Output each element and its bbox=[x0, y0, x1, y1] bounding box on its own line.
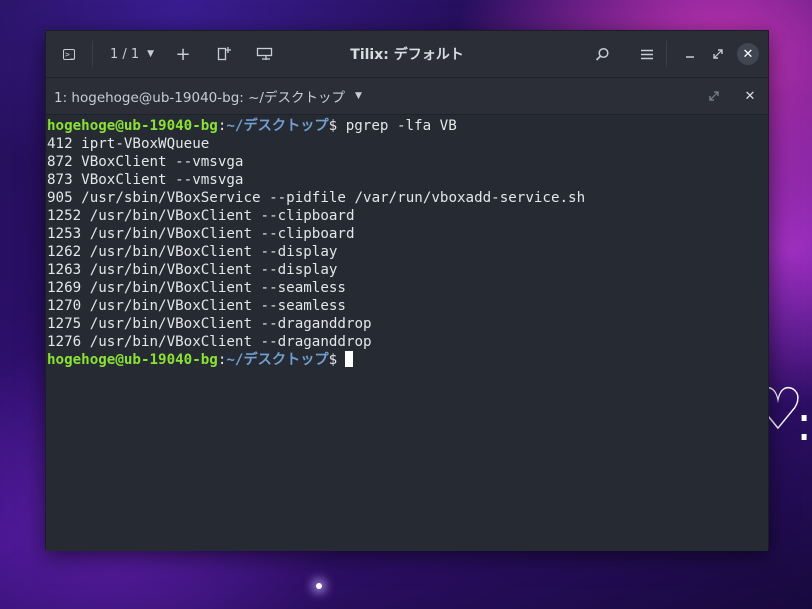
output-line: 872 VBoxClient --vmsvga bbox=[47, 154, 244, 170]
terminal-icon: >_ bbox=[63, 48, 75, 60]
terminal-title-dropdown[interactable]: 1: hogehoge@ub-19040-bg: ~/デスクトップ ▼ bbox=[54, 78, 362, 114]
add-side-icon bbox=[217, 47, 231, 61]
wallpaper-colon-glyph: : bbox=[796, 396, 812, 452]
output-line: 1252 /usr/bin/VBoxClient --clipboard bbox=[47, 208, 355, 224]
output-line: 1275 /usr/bin/VBoxClient --draganddrop bbox=[47, 316, 372, 332]
window-title: Tilix: デフォルト bbox=[350, 47, 464, 63]
hamburger-icon bbox=[641, 49, 653, 59]
chevron-down-icon: ▼ bbox=[147, 49, 155, 59]
command-line: hogehoge@ub-19040-bg:~/デスクトップ$ pgrep -lf… bbox=[46, 117, 768, 135]
terminal-close-button[interactable]: ✕ bbox=[740, 78, 760, 114]
terminal-maximize-button[interactable] bbox=[704, 78, 724, 114]
prompt-user-host: hogehoge@ub-19040-bg bbox=[47, 118, 218, 134]
command-text: pgrep -lfa VB bbox=[345, 118, 457, 134]
output-line: 1263 /usr/bin/VBoxClient --display bbox=[47, 262, 338, 278]
chevron-down-icon: ▼ bbox=[354, 91, 362, 101]
prompt-symbol: $ bbox=[328, 352, 338, 368]
window-headerbar: >_ 1 / 1 ▼ + Tilix: デフォルト ✕ bbox=[46, 31, 768, 78]
output-line: 1269 /usr/bin/VBoxClient --seamless bbox=[47, 280, 346, 296]
output-line: 1262 /usr/bin/VBoxClient --display bbox=[47, 244, 338, 260]
output-line: 1253 /usr/bin/VBoxClient --clipboard bbox=[47, 226, 355, 242]
output-line: 1276 /usr/bin/VBoxClient --draganddrop bbox=[47, 334, 372, 350]
wallpaper-sparkle bbox=[316, 583, 322, 589]
output-line: 873 VBoxClient --vmsvga bbox=[47, 172, 244, 188]
headerbar-separator bbox=[92, 41, 93, 67]
output-line: 905 /usr/sbin/VBoxService --pidfile /var… bbox=[47, 190, 586, 206]
prompt-symbol: $ bbox=[328, 118, 338, 134]
terminal-titlebar[interactable]: 1: hogehoge@ub-19040-bg: ~/デスクトップ ▼ ✕ bbox=[46, 78, 768, 115]
add-terminal-right-button[interactable] bbox=[212, 31, 236, 77]
terminal-output[interactable]: hogehoge@ub-19040-bg:~/デスクトップ$ pgrep -lf… bbox=[46, 115, 768, 551]
find-button[interactable] bbox=[589, 31, 615, 77]
minimize-button[interactable] bbox=[679, 31, 701, 77]
close-button[interactable]: ✕ bbox=[736, 31, 760, 77]
terminal-title: 1: hogehoge@ub-19040-bg: ~/デスクトップ bbox=[54, 90, 345, 106]
active-prompt-line: hogehoge@ub-19040-bg:~/デスクトップ$ bbox=[46, 351, 768, 369]
output-line: 412 iprt-VBoxWQueue bbox=[47, 136, 210, 152]
main-menu-button[interactable] bbox=[634, 31, 660, 77]
terminal-menu-button[interactable]: >_ bbox=[56, 31, 82, 77]
plus-icon: + bbox=[175, 43, 191, 65]
close-icon: ✕ bbox=[744, 88, 756, 104]
maximize-icon bbox=[709, 91, 719, 101]
output-line: 1270 /usr/bin/VBoxClient --seamless bbox=[47, 298, 346, 314]
text-cursor bbox=[345, 351, 354, 367]
add-session-button[interactable]: + bbox=[172, 31, 194, 77]
sync-input-icon bbox=[256, 47, 273, 60]
sync-input-button[interactable] bbox=[252, 31, 278, 77]
session-switcher[interactable]: 1 / 1 ▼ bbox=[106, 31, 158, 77]
minimize-icon bbox=[686, 56, 694, 58]
close-icon: ✕ bbox=[737, 43, 759, 65]
prompt-user-host: hogehoge@ub-19040-bg bbox=[47, 352, 218, 368]
maximize-button[interactable] bbox=[707, 31, 729, 77]
tilix-window: >_ 1 / 1 ▼ + Tilix: デフォルト ✕ 1: hogehoge@… bbox=[45, 30, 769, 551]
search-icon bbox=[595, 47, 609, 61]
headerbar-separator bbox=[666, 41, 667, 67]
maximize-icon bbox=[713, 49, 723, 59]
prompt-path: ~/デスクトップ bbox=[226, 352, 329, 368]
prompt-path: ~/デスクトップ bbox=[226, 118, 329, 134]
session-count: 1 / 1 bbox=[109, 46, 140, 62]
